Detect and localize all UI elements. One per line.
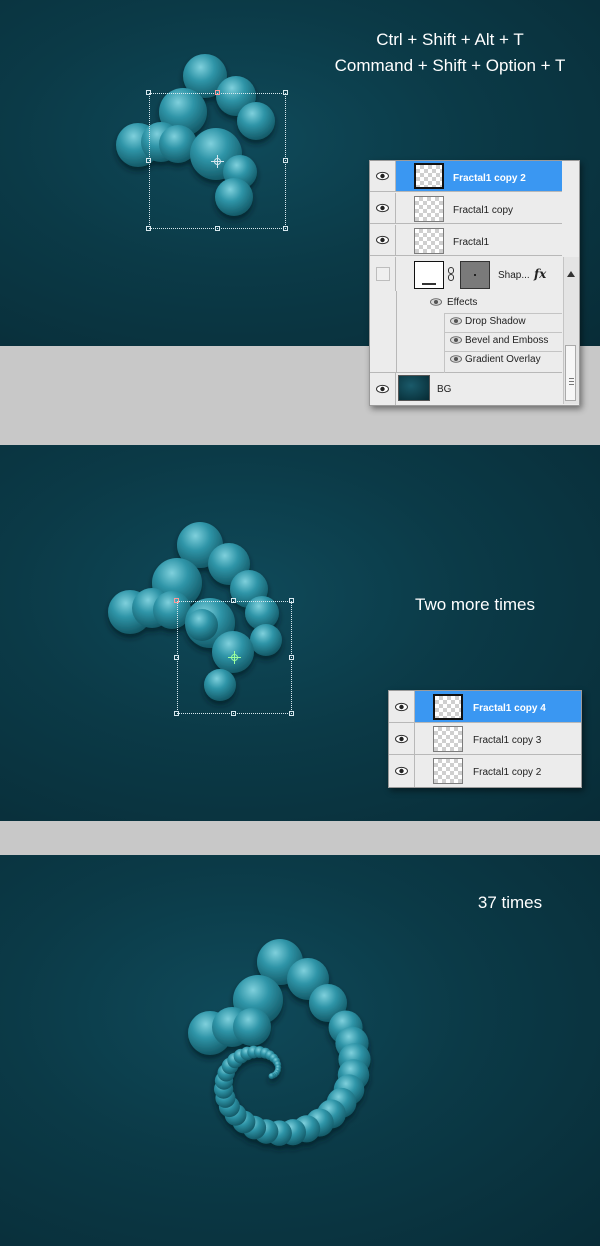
scroll-up-icon[interactable] xyxy=(567,271,575,277)
effect-item[interactable]: Bevel and Emboss xyxy=(465,335,548,346)
eye-icon xyxy=(395,702,408,711)
transform-handle[interactable] xyxy=(231,598,236,603)
eye-icon[interactable] xyxy=(450,316,462,326)
layer-name: Fractal1 copy xyxy=(453,205,514,216)
layer-thumbnail xyxy=(414,196,444,222)
layer-thumbnail xyxy=(433,694,463,720)
link-icon[interactable] xyxy=(447,267,455,281)
visibility-toggle[interactable] xyxy=(370,161,396,191)
bg-thumbnail xyxy=(398,375,430,401)
transform-handle[interactable] xyxy=(146,158,151,163)
reference-point-icon[interactable] xyxy=(211,155,224,168)
layer-thumbnail xyxy=(433,758,463,784)
visibility-toggle[interactable] xyxy=(370,257,396,291)
eye-icon xyxy=(376,171,389,181)
transform-handle[interactable] xyxy=(146,226,151,231)
transform-handle[interactable] xyxy=(146,90,151,95)
eye-icon xyxy=(376,203,389,213)
layer-thumbnail xyxy=(414,228,444,254)
layer-thumbnail xyxy=(433,726,463,752)
separator-band xyxy=(0,821,600,855)
layer-thumbnail xyxy=(414,163,444,189)
transform-handle[interactable] xyxy=(174,655,179,660)
transform-handle[interactable] xyxy=(215,90,220,95)
layer-row-fractal1-copy-2[interactable]: Fractal1 copy 2 xyxy=(389,755,581,787)
visibility-toggle[interactable] xyxy=(389,755,415,787)
layer-row-fractal1-copy-3[interactable]: Fractal1 copy 3 xyxy=(389,723,581,755)
layer-name: Fractal1 copy 4 xyxy=(473,703,546,714)
fractal-spiral xyxy=(188,939,371,1146)
eye-icon[interactable] xyxy=(450,354,462,364)
layers-scrollbar[interactable] xyxy=(563,257,579,404)
layer-name: BG xyxy=(437,384,452,395)
eye-icon xyxy=(376,235,389,245)
layer-name: Fractal1 copy 2 xyxy=(453,173,526,184)
visibility-toggle[interactable] xyxy=(370,225,396,255)
vector-mask-thumbnail xyxy=(460,261,490,289)
layers-panel-step2[interactable]: Fractal1 copy 4 Fractal1 copy 3 Fractal1… xyxy=(388,690,582,788)
layer-row-fractal1-copy-2[interactable]: Fractal1 copy 2 xyxy=(370,161,562,192)
transform-handle[interactable] xyxy=(283,90,288,95)
layer-row-bg[interactable]: BG xyxy=(370,373,562,405)
layer-name: Fractal1 copy 2 xyxy=(473,767,542,778)
transform-handle[interactable] xyxy=(215,226,220,231)
visibility-toggle[interactable] xyxy=(370,193,396,223)
transform-handle[interactable] xyxy=(283,158,288,163)
transform-handle[interactable] xyxy=(289,598,294,603)
transform-handle[interactable] xyxy=(174,598,179,603)
eye-icon[interactable] xyxy=(450,335,462,345)
visibility-toggle[interactable] xyxy=(389,723,415,754)
step2-panel: Two more times Fractal1 copy 4 Fractal1 … xyxy=(0,445,600,821)
transform-handle[interactable] xyxy=(231,711,236,716)
effect-item[interactable]: Gradient Overlay xyxy=(465,354,541,365)
visibility-toggle[interactable] xyxy=(370,373,396,405)
effect-item[interactable]: Drop Shadow xyxy=(465,316,526,327)
transform-handle[interactable] xyxy=(283,226,288,231)
shape-thumbnail xyxy=(414,261,444,289)
layer-name: Fractal1 copy 3 xyxy=(473,735,542,746)
layer-row-fractal1-copy[interactable]: Fractal1 copy xyxy=(370,193,562,224)
layer-row-shape[interactable]: Shap... fx Effects Drop Shadow Bevel and… xyxy=(370,257,562,373)
eye-icon xyxy=(395,766,408,776)
bubble xyxy=(233,1008,271,1046)
layer-name: Fractal1 xyxy=(453,237,490,248)
fx-icon[interactable]: fx xyxy=(534,267,546,281)
scroll-thumb[interactable] xyxy=(565,345,576,401)
step3-panel: 37 times xyxy=(0,855,600,1246)
visibility-toggle[interactable] xyxy=(389,691,415,722)
hidden-eye-box xyxy=(375,267,390,281)
transform-handle[interactable] xyxy=(174,711,179,716)
eye-icon xyxy=(395,734,408,743)
eye-icon xyxy=(376,384,389,394)
transform-handle[interactable] xyxy=(289,711,294,716)
reference-point-icon[interactable] xyxy=(228,651,241,664)
transform-handle[interactable] xyxy=(289,655,294,660)
layers-panel-step1[interactable]: Fractal1 copy 2 Fractal1 copy Fractal1 S… xyxy=(369,160,580,406)
layer-name: Shap... xyxy=(498,270,530,281)
bubble xyxy=(268,1073,275,1080)
eye-icon[interactable] xyxy=(430,297,442,307)
layer-row-fractal1[interactable]: Fractal1 xyxy=(370,225,562,256)
layer-row-fractal1-copy-4[interactable]: Fractal1 copy 4 xyxy=(389,691,581,723)
effects-label: Effects xyxy=(447,297,478,308)
